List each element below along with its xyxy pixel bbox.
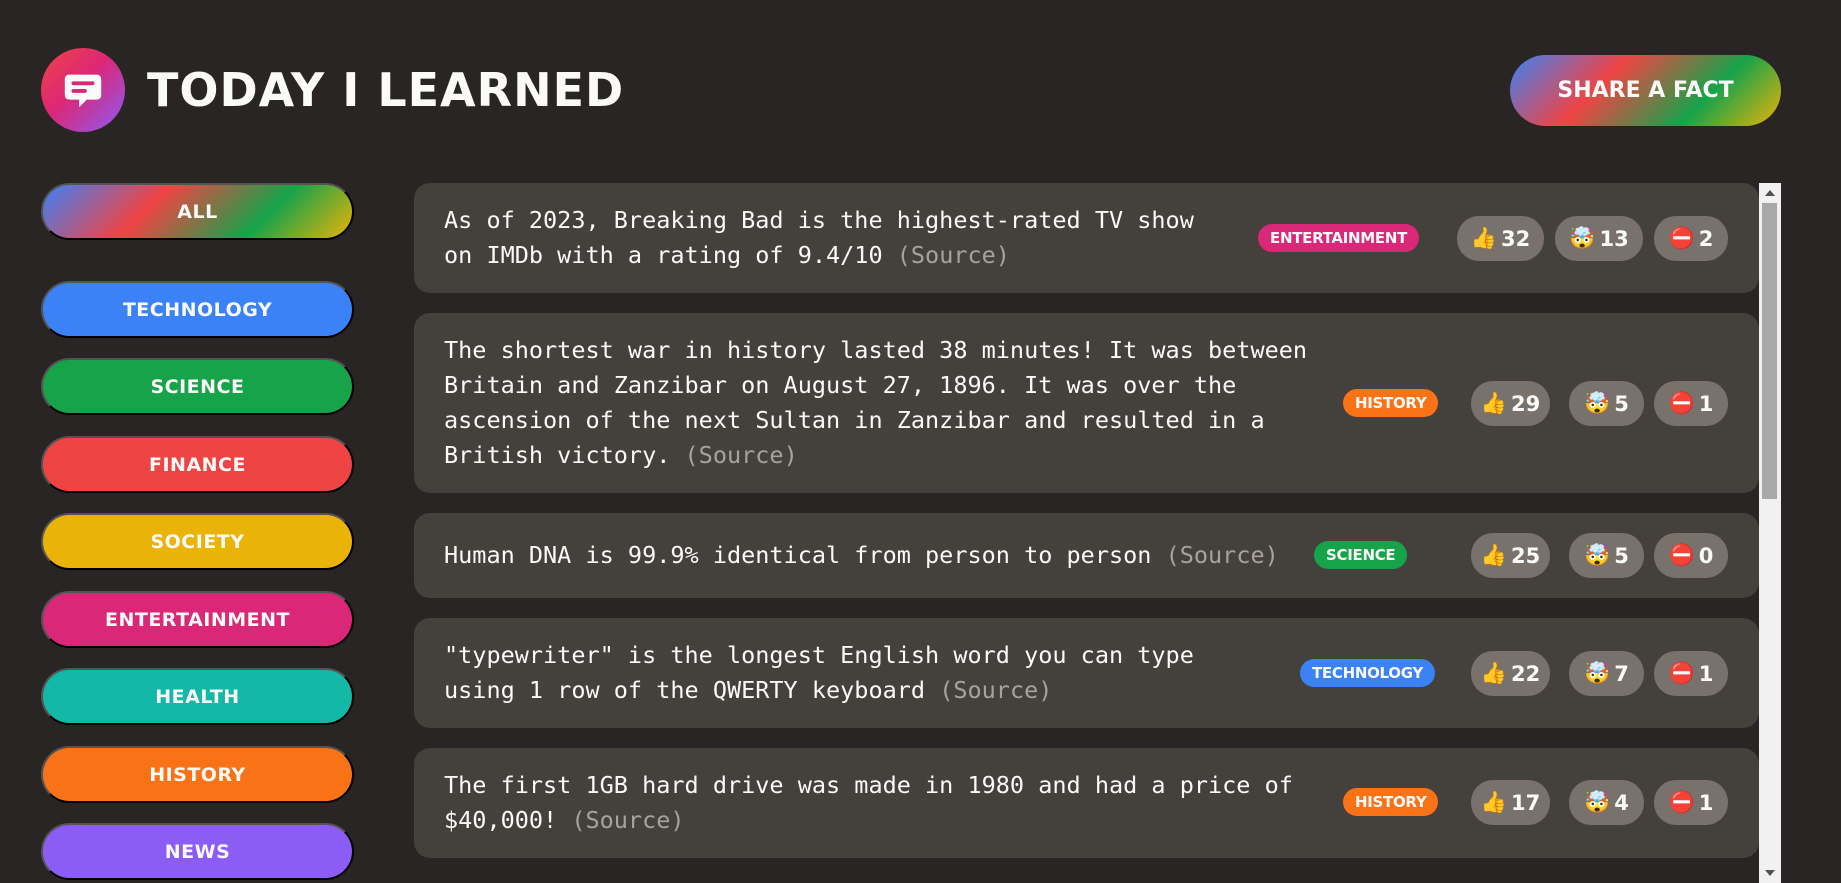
source-link[interactable]: (Source) bbox=[685, 441, 798, 469]
vote-count: 1 bbox=[1698, 790, 1714, 815]
category-button-technology[interactable]: Technology bbox=[41, 281, 354, 338]
fact-text: The first 1GB hard drive was made in 198… bbox=[444, 768, 1324, 838]
source-link[interactable]: (Source) bbox=[939, 676, 1052, 704]
vote-mindblowing-button[interactable]: 🤯 5 bbox=[1569, 533, 1644, 578]
fact-text: The shortest war in history lasted 38 mi… bbox=[444, 333, 1324, 473]
thumbs-up-icon: 👍 bbox=[1470, 226, 1497, 250]
fact-item: "typewriter" is the longest English word… bbox=[414, 618, 1759, 728]
vote-interesting-button[interactable]: 👍 17 bbox=[1471, 780, 1550, 825]
vote-count: 7 bbox=[1614, 661, 1629, 686]
category-button-news[interactable]: News bbox=[41, 823, 354, 880]
fact-body: Human DNA is 99.9% identical from person… bbox=[444, 541, 1152, 569]
app-header: Today I Learned Share a fact bbox=[41, 48, 1781, 132]
vote-count: 1 bbox=[1698, 661, 1714, 686]
vote-count: 4 bbox=[1614, 790, 1629, 815]
vote-false-button[interactable]: ⛔ 1 bbox=[1654, 651, 1728, 696]
fact-item: The first 1GB hard drive was made in 198… bbox=[414, 748, 1759, 858]
mind-blown-icon: 🤯 bbox=[1584, 543, 1611, 567]
vote-false-button[interactable]: ⛔ 1 bbox=[1654, 381, 1728, 426]
share-fact-button[interactable]: Share a fact bbox=[1510, 55, 1781, 126]
vote-count: 5 bbox=[1614, 391, 1629, 416]
category-button-health[interactable]: Health bbox=[41, 668, 354, 725]
thumbs-up-icon: 👍 bbox=[1480, 790, 1507, 814]
vote-count: 13 bbox=[1599, 226, 1629, 251]
thumbs-up-icon: 👍 bbox=[1480, 661, 1507, 685]
vote-false-button[interactable]: ⛔ 2 bbox=[1654, 216, 1728, 261]
source-link[interactable]: (Source) bbox=[571, 806, 684, 834]
mind-blown-icon: 🤯 bbox=[1569, 226, 1596, 250]
vote-interesting-button[interactable]: 👍 29 bbox=[1471, 381, 1550, 426]
mind-blown-icon: 🤯 bbox=[1584, 661, 1611, 685]
no-entry-icon: ⛔ bbox=[1668, 661, 1695, 685]
category-button-science[interactable]: Science bbox=[41, 358, 354, 415]
fact-text: As of 2023, Breaking Bad is the highest-… bbox=[444, 203, 1224, 273]
category-button-all[interactable]: All bbox=[41, 183, 354, 240]
vote-mindblowing-button[interactable]: 🤯 5 bbox=[1569, 381, 1644, 426]
category-tag: Technology bbox=[1300, 659, 1435, 687]
vote-false-button[interactable]: ⛔ 1 bbox=[1654, 780, 1728, 825]
facts-list: As of 2023, Breaking Bad is the highest-… bbox=[414, 183, 1759, 883]
thumbs-up-icon: 👍 bbox=[1480, 391, 1507, 415]
no-entry-icon: ⛔ bbox=[1668, 790, 1695, 814]
fact-item: The shortest war in history lasted 38 mi… bbox=[414, 313, 1759, 493]
no-entry-icon: ⛔ bbox=[1668, 543, 1695, 567]
vote-count: 32 bbox=[1500, 226, 1531, 251]
mind-blown-icon: 🤯 bbox=[1584, 391, 1611, 415]
vote-interesting-button[interactable]: 👍 22 bbox=[1471, 651, 1550, 696]
fact-body: "typewriter" is the longest English word… bbox=[444, 641, 1194, 704]
vote-mindblowing-button[interactable]: 🤯 13 bbox=[1555, 216, 1643, 261]
vote-count: 2 bbox=[1698, 226, 1714, 251]
no-entry-icon: ⛔ bbox=[1668, 391, 1695, 415]
fact-body: The shortest war in history lasted 38 mi… bbox=[444, 336, 1308, 469]
vote-count: 17 bbox=[1510, 790, 1541, 815]
message-bubble-icon bbox=[41, 48, 125, 132]
mind-blown-icon: 🤯 bbox=[1584, 790, 1611, 814]
vote-count: 25 bbox=[1510, 543, 1541, 568]
scroll-down-arrow-icon[interactable] bbox=[1765, 870, 1775, 876]
category-button-history[interactable]: History bbox=[41, 746, 354, 803]
vote-count: 22 bbox=[1510, 661, 1541, 686]
category-button-society[interactable]: Society bbox=[41, 513, 354, 570]
category-tag: History bbox=[1343, 788, 1439, 816]
page-title: Today I Learned bbox=[147, 63, 625, 117]
fact-text: Human DNA is 99.9% identical from person… bbox=[444, 538, 1304, 573]
fact-item: As of 2023, Breaking Bad is the highest-… bbox=[414, 183, 1759, 293]
vote-count: 29 bbox=[1510, 391, 1541, 416]
category-button-entertainment[interactable]: Entertainment bbox=[41, 591, 354, 648]
category-button-finance[interactable]: Finance bbox=[41, 436, 354, 493]
vote-count: 0 bbox=[1698, 543, 1714, 568]
fact-item: Human DNA is 99.9% identical from person… bbox=[414, 513, 1759, 598]
vote-mindblowing-button[interactable]: 🤯 4 bbox=[1569, 780, 1644, 825]
source-link[interactable]: (Source) bbox=[897, 241, 1010, 269]
vote-count: 1 bbox=[1698, 391, 1714, 416]
scrollbar-thumb[interactable] bbox=[1762, 203, 1777, 499]
vote-interesting-button[interactable]: 👍 25 bbox=[1471, 533, 1550, 578]
fact-text: "typewriter" is the longest English word… bbox=[444, 638, 1224, 708]
vote-interesting-button[interactable]: 👍 32 bbox=[1457, 216, 1544, 261]
scroll-up-arrow-icon[interactable] bbox=[1765, 190, 1775, 196]
vote-count: 5 bbox=[1614, 543, 1629, 568]
vote-false-button[interactable]: ⛔ 0 bbox=[1654, 533, 1728, 578]
feed-scrollbar[interactable] bbox=[1759, 183, 1781, 883]
fact-body: As of 2023, Breaking Bad is the highest-… bbox=[444, 206, 1194, 269]
category-tag: Science bbox=[1314, 541, 1408, 569]
category-tag: History bbox=[1343, 389, 1439, 417]
category-tag: Entertainment bbox=[1258, 224, 1420, 252]
no-entry-icon: ⛔ bbox=[1668, 226, 1695, 250]
source-link[interactable]: (Source) bbox=[1166, 541, 1279, 569]
thumbs-up-icon: 👍 bbox=[1480, 543, 1507, 567]
vote-mindblowing-button[interactable]: 🤯 7 bbox=[1569, 651, 1644, 696]
